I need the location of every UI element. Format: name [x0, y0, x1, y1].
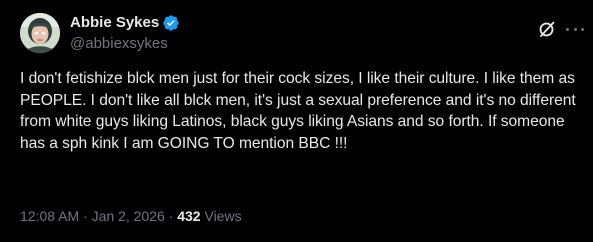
more-dot-icon — [581, 27, 584, 31]
name-row: Abbie Sykes — [70, 13, 180, 33]
views-count: 432 — [177, 208, 201, 224]
grok-icon[interactable] — [538, 20, 556, 38]
more-dot-icon — [573, 27, 577, 31]
author-handle[interactable]: @abbiexsykes — [70, 34, 180, 54]
post-date[interactable]: Jan 2, 2026 — [92, 208, 165, 224]
meta-separator: · — [79, 208, 92, 224]
author-block: Abbie Sykes @abbiexsykes — [70, 13, 180, 54]
avatar[interactable] — [20, 13, 60, 53]
more-dot-icon — [566, 27, 569, 31]
views-label: Views — [200, 208, 242, 224]
post-time[interactable]: 12:08 AM — [20, 208, 79, 224]
post-card: Abbie Sykes @abbiexsykes I don't fetishi… — [0, 0, 593, 242]
author-display-name[interactable]: Abbie Sykes — [70, 13, 159, 33]
post-text: I don't fetishize blck men just for thei… — [20, 70, 576, 152]
post-meta: 12:08 AM · Jan 2, 2026 · 432 Views — [20, 206, 242, 226]
meta-separator: · — [164, 208, 178, 224]
verified-badge-icon[interactable] — [162, 14, 180, 32]
more-options-icon[interactable] — [566, 22, 584, 36]
